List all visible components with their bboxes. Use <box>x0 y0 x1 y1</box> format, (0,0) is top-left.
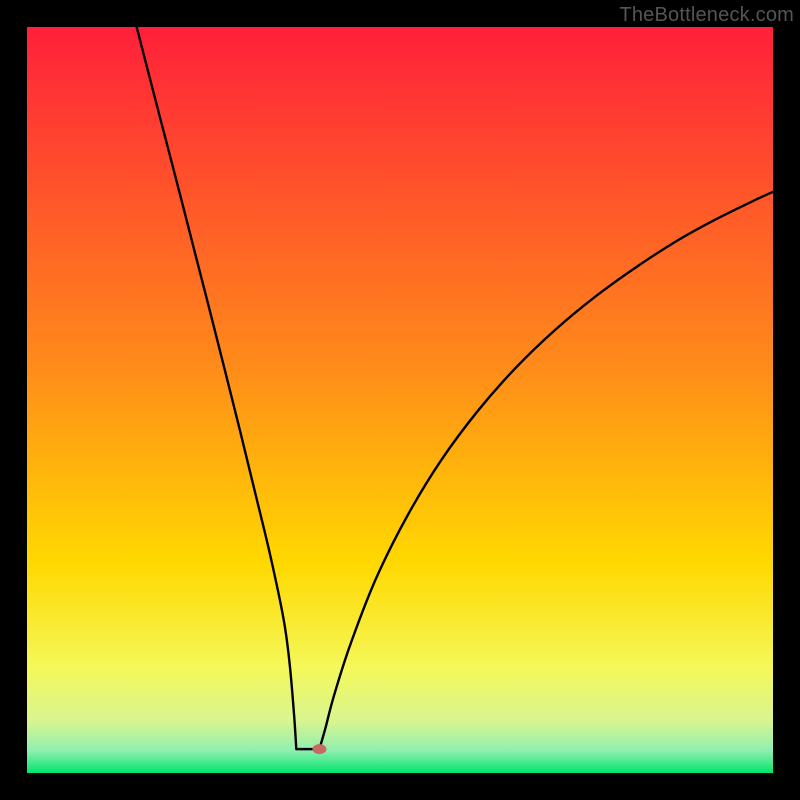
chart-container: TheBottleneck.com <box>0 0 800 800</box>
optimal-marker <box>312 744 326 754</box>
plot-background <box>27 27 773 773</box>
attribution-label: TheBottleneck.com <box>619 4 794 27</box>
bottleneck-chart <box>0 0 800 800</box>
